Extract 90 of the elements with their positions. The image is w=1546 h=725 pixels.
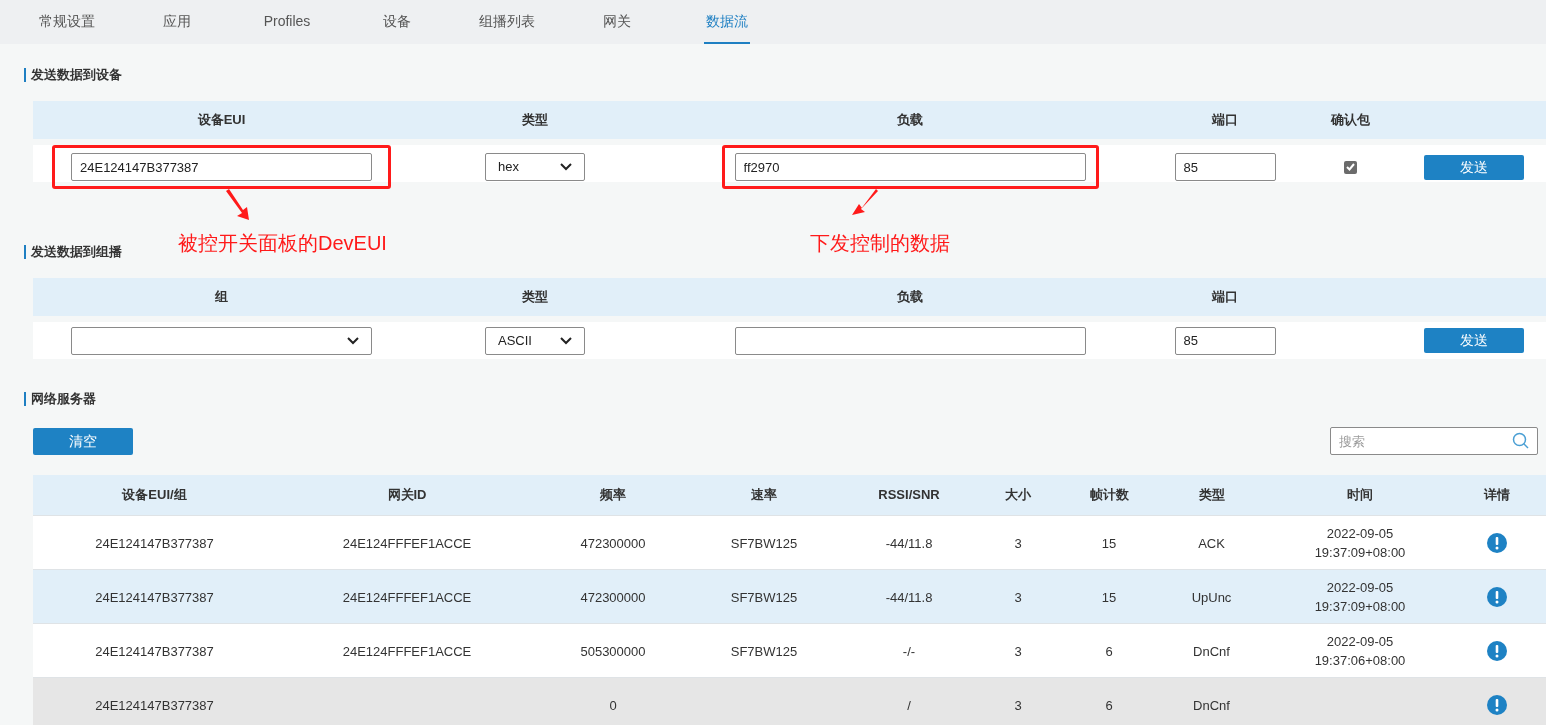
section-title: 发送数据到组播 (31, 243, 122, 262)
chevron-down-icon (347, 336, 359, 345)
column-header: 设备EUI (196, 111, 247, 130)
search-icon (1512, 432, 1530, 450)
table-cell: 3 (1014, 589, 1022, 605)
table-cell: -/- (902, 643, 916, 659)
table-cell: 24E124147B377387 (95, 643, 214, 659)
chevron-down-icon (560, 336, 572, 345)
tab[interactable]: 网关 (601, 0, 633, 44)
annotation-text: 被控开关面板的DevEUI (178, 231, 387, 256)
tab[interactable]: 应用 (161, 0, 193, 44)
table-cell: ACK (1198, 535, 1225, 551)
table-cell: DnCnf (1193, 697, 1230, 713)
search-field[interactable]: 搜索 (1330, 427, 1538, 455)
table-cell: 472300000 (580, 589, 646, 605)
column-header: 确认包 (1329, 111, 1371, 130)
table-cell: 3 (1014, 535, 1022, 551)
tab[interactable]: 常规设置 (37, 0, 97, 44)
table-cell: 24E124147B377387 (95, 589, 214, 605)
chevron-down-icon (560, 163, 572, 171)
column-header: 设备EUI/组 (121, 486, 188, 505)
column-header: 类型 (1197, 486, 1226, 505)
column-header: 大小 (1004, 486, 1032, 505)
table-cell: 24E124147B377387 (95, 535, 214, 551)
column-header: 网关ID (386, 486, 428, 505)
column-header: 速率 (750, 486, 778, 505)
info-icon[interactable] (1485, 585, 1508, 608)
table-cell-text: 19:37:09+08:00 (1314, 597, 1406, 616)
table-cell: 15 (1101, 589, 1117, 605)
table-cell: SF7BW125 (730, 589, 798, 605)
column-header: 频率 (599, 486, 627, 505)
table-cell: SF7BW125 (730, 535, 798, 551)
column-header: 负载 (896, 288, 924, 307)
port-field[interactable]: 85 (1174, 326, 1276, 355)
column-header: 类型 (521, 288, 549, 307)
table-cell: 505300000 (580, 643, 646, 659)
type-select[interactable]: hex (485, 153, 585, 181)
send-button[interactable]: 发送 (1424, 328, 1524, 353)
table-cell: 0 (609, 697, 617, 713)
table-cell: 24E124FFFEF1ACCE (342, 589, 472, 605)
tab[interactable]: 组播列表 (477, 0, 537, 44)
column-header: 类型 (521, 111, 549, 130)
table-cell: 6 (1105, 643, 1113, 659)
column-header: 端口 (1210, 288, 1239, 307)
table-cell: DnCnf (1193, 643, 1230, 659)
table-cell: 15 (1101, 535, 1117, 551)
table-cell: / (907, 697, 911, 713)
column-header: 帧计数 (1088, 486, 1130, 505)
send-button[interactable]: 发送 (1424, 154, 1524, 180)
tab[interactable]: 数据流 (704, 0, 750, 44)
payload-field[interactable] (734, 326, 1086, 355)
table-cell: SF7BW125 (730, 643, 798, 659)
section-title: 发送数据到设备 (31, 66, 122, 85)
annotation-text: 下发控制的数据 (810, 231, 950, 256)
table-cell-text: 19:37:06+08:00 (1314, 651, 1406, 670)
table-cell: 6 (1105, 697, 1113, 713)
table-cell: -44/11.8 (885, 535, 933, 551)
section-title: 网络服务器 (31, 390, 96, 409)
column-header: 端口 (1210, 111, 1239, 130)
table-row[interactable]: 24E124147B377387 24E124FFFEF1ACCE 505300000 SF7BW125 -/- 3 6 DnCnf 2022-09-05 19:37:06+08:00 (33, 623, 1546, 677)
table-cell: 24E124147B377387 (95, 697, 214, 713)
table-cell: 3 (1014, 643, 1022, 659)
table-row[interactable]: 24E124147B377387 24E124FFFEF1ACCE 472300000 SF7BW125 -44/11.8 3 15 ACK 2022-09-05 19:37:09+08:00 (33, 515, 1546, 569)
column-header: 时间 (1346, 486, 1374, 505)
tab[interactable]: Profiles (261, 0, 313, 44)
group-select[interactable] (71, 326, 372, 355)
table-cell: -44/11.8 (885, 589, 933, 605)
table-cell: 3 (1014, 697, 1022, 713)
info-icon[interactable] (1485, 639, 1508, 662)
port-field[interactable]: 85 (1174, 153, 1276, 181)
type-select[interactable]: ASCII (485, 326, 585, 355)
table-cell-text: 2022-09-05 (1326, 578, 1394, 597)
table-cell-text: 19:37:09+08:00 (1314, 543, 1406, 562)
table-cell: UpUnc (1191, 589, 1232, 605)
column-header: RSSI/SNR (877, 486, 941, 505)
info-icon[interactable] (1485, 531, 1508, 554)
confirm-checkbox[interactable] (1343, 160, 1357, 174)
table-row[interactable]: 24E124147B377387 24E124FFFEF1ACCE 472300000 SF7BW125 -44/11.8 3 15 UpUnc 2022-09-05 19:37:09+08:00 (33, 569, 1546, 623)
column-header: 组 (214, 288, 229, 307)
payload-field[interactable]: ff2970 (734, 153, 1086, 181)
table-cell: 472300000 (580, 535, 646, 551)
column-header: 负载 (896, 111, 924, 130)
tab[interactable]: 设备 (381, 0, 413, 44)
table-cell-text: 2022-09-05 (1326, 524, 1394, 543)
table-cell: 24E124FFFEF1ACCE (342, 643, 472, 659)
clear-button[interactable]: 清空 (33, 427, 133, 455)
device-eui-field[interactable]: 24E124147B377387 (71, 153, 372, 181)
table-cell-text: 2022-09-05 (1326, 632, 1394, 651)
column-header: 详情 (1482, 486, 1511, 505)
table-cell: 24E124FFFEF1ACCE (342, 535, 472, 551)
